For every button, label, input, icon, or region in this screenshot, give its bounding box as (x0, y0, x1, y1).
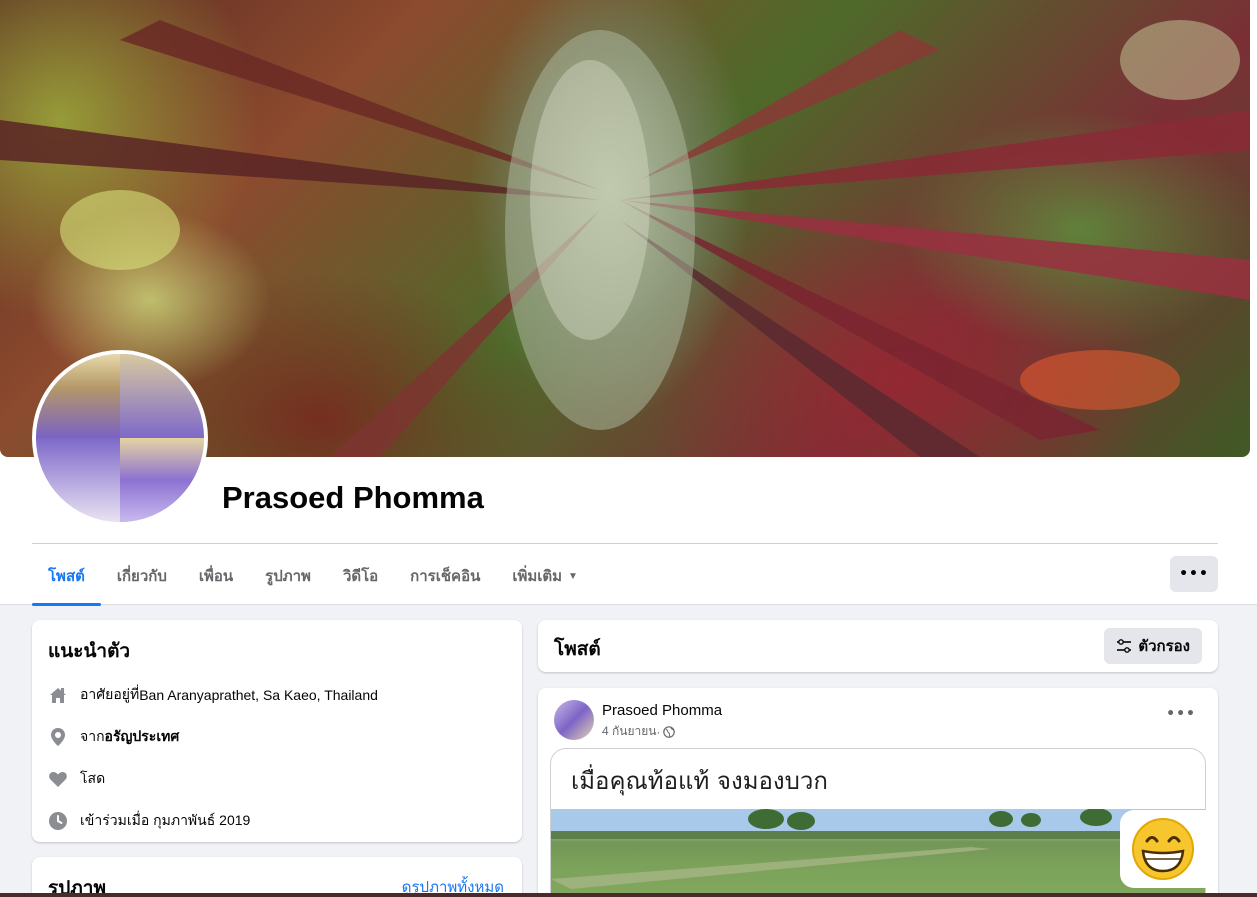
more-options-button[interactable]: ••• (1170, 556, 1218, 592)
tab-photos[interactable]: รูปภาพ (249, 548, 327, 604)
tab-more-label: เพิ่มเติม (512, 568, 563, 585)
intro-lives-in: อาศัยอยู่ที่ Ban Aranyaprathet, Sa Kaeo,… (48, 674, 506, 716)
intro-relationship: โสด (48, 758, 506, 800)
field-photo (551, 808, 1205, 897)
location-pin-icon (48, 727, 68, 747)
relationship-value: โสด (80, 770, 106, 786)
posts-title: โพสต์ (554, 639, 601, 660)
filter-icon (1117, 639, 1132, 653)
tab-friends[interactable]: เพื่อน (183, 548, 249, 604)
joined-value: เข้าร่วมเมื่อ กุมภาพันธ์ 2019 (80, 812, 251, 828)
caret-down-icon: ▼ (568, 570, 578, 582)
tab-posts[interactable]: โพสต์ (32, 548, 101, 606)
intro-from: จาก อรัญประเทศ (48, 716, 506, 758)
globe-icon (663, 725, 676, 738)
post-image[interactable]: เมื่อคุณท้อแท้ จงมองบวก (550, 748, 1206, 897)
divider (32, 543, 1218, 544)
lives-in-value[interactable]: Ban Aranyaprathet, Sa Kaeo, Thailand (139, 687, 378, 703)
from-prefix: จาก (80, 728, 105, 744)
profile-name: Prasoed Phomma (222, 480, 484, 515)
tab-checkins[interactable]: การเช็คอิน (394, 548, 496, 604)
heart-icon (48, 769, 68, 789)
filter-label: ตัวกรอง (1138, 638, 1190, 655)
tab-about[interactable]: เกี่ยวกับ (101, 548, 183, 604)
intro-card: แนะนำตัว อาศัยอยู่ที่ Ban Aranyaprathet,… (32, 620, 522, 842)
meta-separator: · (656, 724, 661, 739)
from-value[interactable]: อรัญประเทศ (105, 726, 180, 748)
post-date[interactable]: 4 กันยายน (602, 722, 656, 741)
tab-more[interactable]: เพิ่มเติม ▼ (496, 548, 594, 604)
photos-card: รูปภาพ ดูรูปภาพทั้งหมด (32, 857, 522, 897)
posts-header-card: โพสต์ ตัวกรอง (538, 620, 1218, 672)
profile-picture[interactable] (32, 350, 208, 526)
clock-icon (48, 811, 68, 831)
lives-in-prefix: อาศัยอยู่ที่ (80, 686, 140, 702)
post-more-button[interactable]: ••• (1166, 706, 1196, 722)
intro-title: แนะนำตัว (48, 641, 131, 662)
post-author-name[interactable]: Prasoed Phomma (602, 702, 722, 719)
meme-text: เมื่อคุณท้อแท้ จงมองบวก (571, 767, 828, 795)
post-card: Prasoed Phomma 4 กันยายน · ••• เมื่อคุณท… (538, 688, 1218, 897)
intro-joined: เข้าร่วมเมื่อ กุมภาพันธ์ 2019 (48, 800, 506, 842)
avatar (36, 354, 204, 522)
profile-tabs: โพสต์ เกี่ยวกับ เพื่อน รูปภาพ วิดีโอ การ… (32, 547, 594, 606)
tab-videos[interactable]: วิดีโอ (327, 548, 394, 604)
filter-button[interactable]: ตัวกรอง (1104, 628, 1202, 664)
bottom-edge (0, 893, 1257, 897)
grinning-face-icon (1120, 810, 1206, 888)
home-icon (48, 685, 68, 705)
post-meta: 4 กันยายน · (602, 722, 676, 741)
post-author-avatar[interactable] (554, 700, 594, 740)
